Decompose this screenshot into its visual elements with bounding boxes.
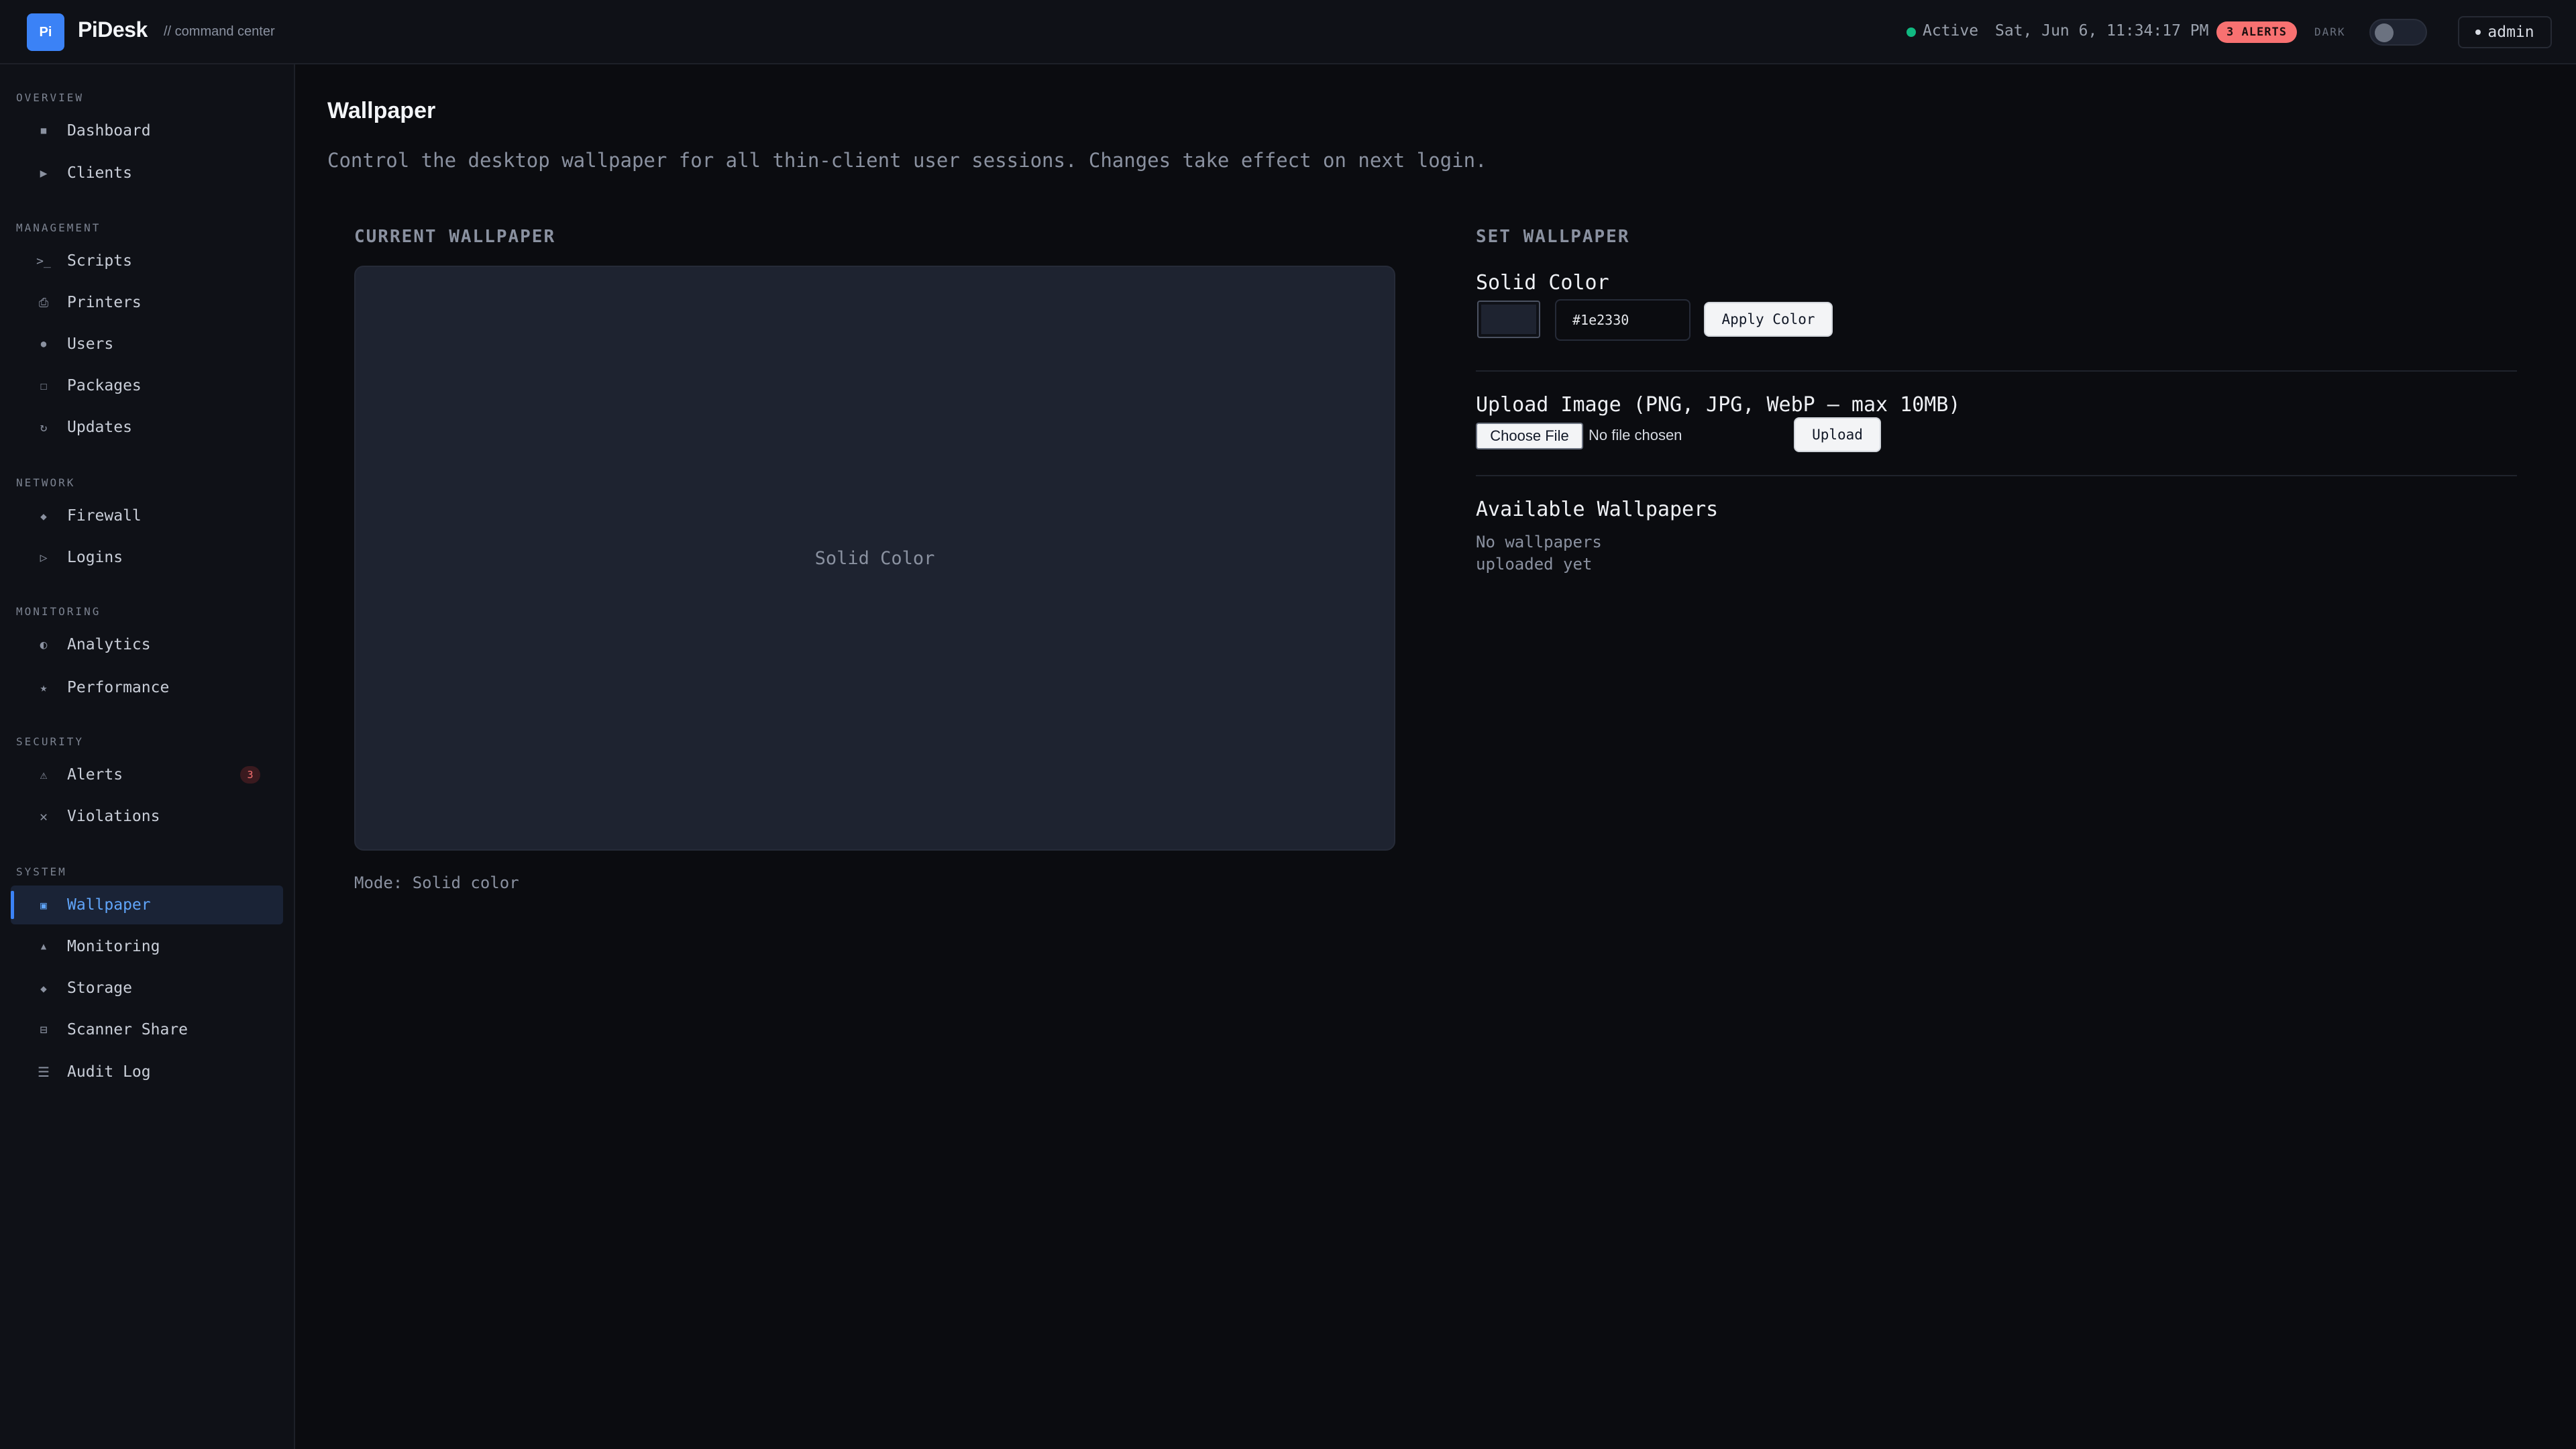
up-triangle-icon: ▲	[40, 941, 47, 952]
sidebar-item-firewall[interactable]: ◆ Firewall	[11, 496, 283, 535]
user-dot-icon	[2475, 30, 2481, 35]
sidebar-item-label: Dashboard	[67, 122, 151, 140]
refresh-icon: ↻	[40, 420, 48, 435]
file-status: No file chosen	[1589, 427, 1682, 443]
play-icon: ▶	[40, 166, 48, 180]
image-icon: ▣	[40, 898, 47, 912]
section-label-monitoring: MONITORING	[16, 605, 101, 618]
user-icon: ●	[40, 339, 47, 350]
current-wallpaper-heading: CURRENT WALLPAPER	[354, 227, 556, 247]
sidebar-item-audit-log[interactable]: ☰ Audit Log	[11, 1053, 283, 1091]
sidebar-item-label: Packages	[67, 377, 142, 394]
brand-subtitle: // command center	[164, 24, 275, 39]
user-name: admin	[2487, 23, 2534, 41]
star-icon: ★	[40, 680, 48, 695]
sidebar-item-label: Monitoring	[67, 938, 160, 955]
sidebar-item-users[interactable]: ● Users	[11, 325, 283, 364]
triangle-icon: ▷	[40, 550, 48, 565]
sidebar-item-clients[interactable]: ▶ Clients	[11, 154, 283, 193]
alerts-badge[interactable]: 3 ALERTS	[2216, 21, 2297, 43]
list-icon: ☰	[38, 1064, 50, 1080]
status-text: Active	[1923, 22, 1979, 40]
sidebar-item-label: Updates	[67, 419, 132, 436]
status-dot-icon	[1907, 28, 1916, 37]
theme-toggle[interactable]	[2369, 19, 2427, 46]
sidebar-item-label: Printers	[67, 294, 142, 311]
wallpaper-preview: Solid Color	[354, 266, 1395, 851]
scanner-icon: ⊟	[40, 1022, 48, 1037]
sidebar-item-wallpaper[interactable]: ▣ Wallpaper	[11, 885, 283, 924]
logo-badge: Pi	[27, 13, 64, 51]
set-wallpaper-heading: SET WALLPAPER	[1476, 227, 1630, 247]
solid-color-heading: Solid Color	[1476, 271, 1609, 294]
upload-button[interactable]: Upload	[1794, 417, 1881, 452]
sidebar-item-dashboard[interactable]: ■ Dashboard	[11, 111, 283, 150]
sidebar-item-updates[interactable]: ↻ Updates	[11, 408, 283, 447]
theme-label: DARK	[2314, 25, 2346, 38]
alerts-count-badge: 3	[240, 766, 260, 784]
hex-color-input[interactable]	[1555, 299, 1690, 341]
apply-color-button[interactable]: Apply Color	[1704, 302, 1833, 337]
box-icon: ☐	[40, 378, 48, 393]
sidebar-item-label: Audit Log	[67, 1063, 151, 1081]
sidebar-item-violations[interactable]: ✕ Violations	[11, 797, 283, 836]
sidebar-item-label: Violations	[67, 808, 160, 825]
sidebar-item-alerts[interactable]: ⚠ Alerts 3	[11, 755, 283, 794]
square-icon: ■	[40, 125, 47, 136]
sidebar-item-packages[interactable]: ☐ Packages	[11, 366, 283, 405]
sidebar-item-label: Storage	[67, 979, 132, 997]
sidebar-item-scanner-share[interactable]: ⊟ Scanner Share	[11, 1010, 283, 1049]
sidebar-item-label: Scripts	[67, 252, 132, 270]
datetime: Sat, Jun 6, 11:34:17 PM	[1995, 22, 2209, 40]
sidebar-item-label: Alerts	[67, 766, 123, 784]
upload-image-heading: Upload Image (PNG, JPG, WebP — max 10MB)	[1476, 393, 1961, 417]
diamond-icon: ◆	[40, 981, 47, 995]
choose-file-button[interactable]: Choose File	[1476, 423, 1583, 449]
divider	[1476, 475, 2517, 476]
page-description: Control the desktop wallpaper for all th…	[327, 149, 1487, 172]
available-wallpapers-heading: Available Wallpapers	[1476, 498, 1719, 521]
warning-icon: ⚠	[40, 767, 48, 782]
preview-label: Solid Color	[814, 547, 935, 569]
section-label-network: NETWORK	[16, 476, 76, 489]
section-label-security: SECURITY	[16, 735, 85, 748]
sidebar-item-label: Scanner Share	[67, 1021, 189, 1038]
top-bar: Pi PiDesk // command center Active Sat, …	[0, 0, 2576, 64]
sidebar-item-printers[interactable]: ⎙ Printers	[11, 283, 283, 322]
sidebar-item-label: Clients	[67, 164, 132, 182]
divider	[1476, 370, 2517, 372]
sidebar-item-analytics[interactable]: ◐ Analytics	[11, 625, 283, 664]
color-picker[interactable]	[1477, 301, 1540, 338]
sidebar-item-label: Logins	[67, 549, 123, 566]
sidebar-item-label: Analytics	[67, 636, 151, 653]
sidebar-item-label: Users	[67, 335, 114, 353]
sidebar-item-storage[interactable]: ◆ Storage	[11, 969, 283, 1008]
empty-wallpapers-message: No wallpapers uploaded yet	[1476, 531, 1602, 576]
diamond-icon: ◆	[40, 509, 47, 523]
toggle-knob	[2375, 23, 2394, 42]
sidebar-item-logins[interactable]: ▷ Logins	[11, 538, 283, 577]
brand-name: PiDesk	[78, 17, 148, 42]
sidebar: OVERVIEW ■ Dashboard ▶ Clients MANAGEMEN…	[0, 64, 295, 1449]
sidebar-item-label: Firewall	[67, 507, 142, 525]
sidebar-item-label: Performance	[67, 679, 170, 696]
printer-icon: ⎙	[38, 295, 49, 310]
section-label-management: MANAGEMENT	[16, 221, 101, 234]
empty-line-1: No wallpapers	[1476, 533, 1602, 551]
color-swatch	[1481, 305, 1536, 334]
section-label-overview: OVERVIEW	[16, 91, 85, 104]
close-icon: ✕	[39, 808, 48, 824]
empty-line-2: uploaded yet	[1476, 555, 1593, 574]
user-menu-button[interactable]: admin	[2458, 16, 2552, 48]
sidebar-item-label: Wallpaper	[67, 896, 151, 914]
sidebar-item-monitoring[interactable]: ▲ Monitoring	[11, 927, 283, 966]
section-label-system: SYSTEM	[16, 865, 67, 878]
sidebar-item-scripts[interactable]: >_ Scripts	[11, 241, 283, 280]
half-circle-icon: ◐	[40, 637, 48, 652]
terminal-icon: >_	[36, 254, 51, 268]
page-title: Wallpaper	[327, 98, 436, 123]
sidebar-item-performance[interactable]: ★ Performance	[11, 668, 283, 707]
wallpaper-mode: Mode: Solid color	[354, 873, 519, 892]
